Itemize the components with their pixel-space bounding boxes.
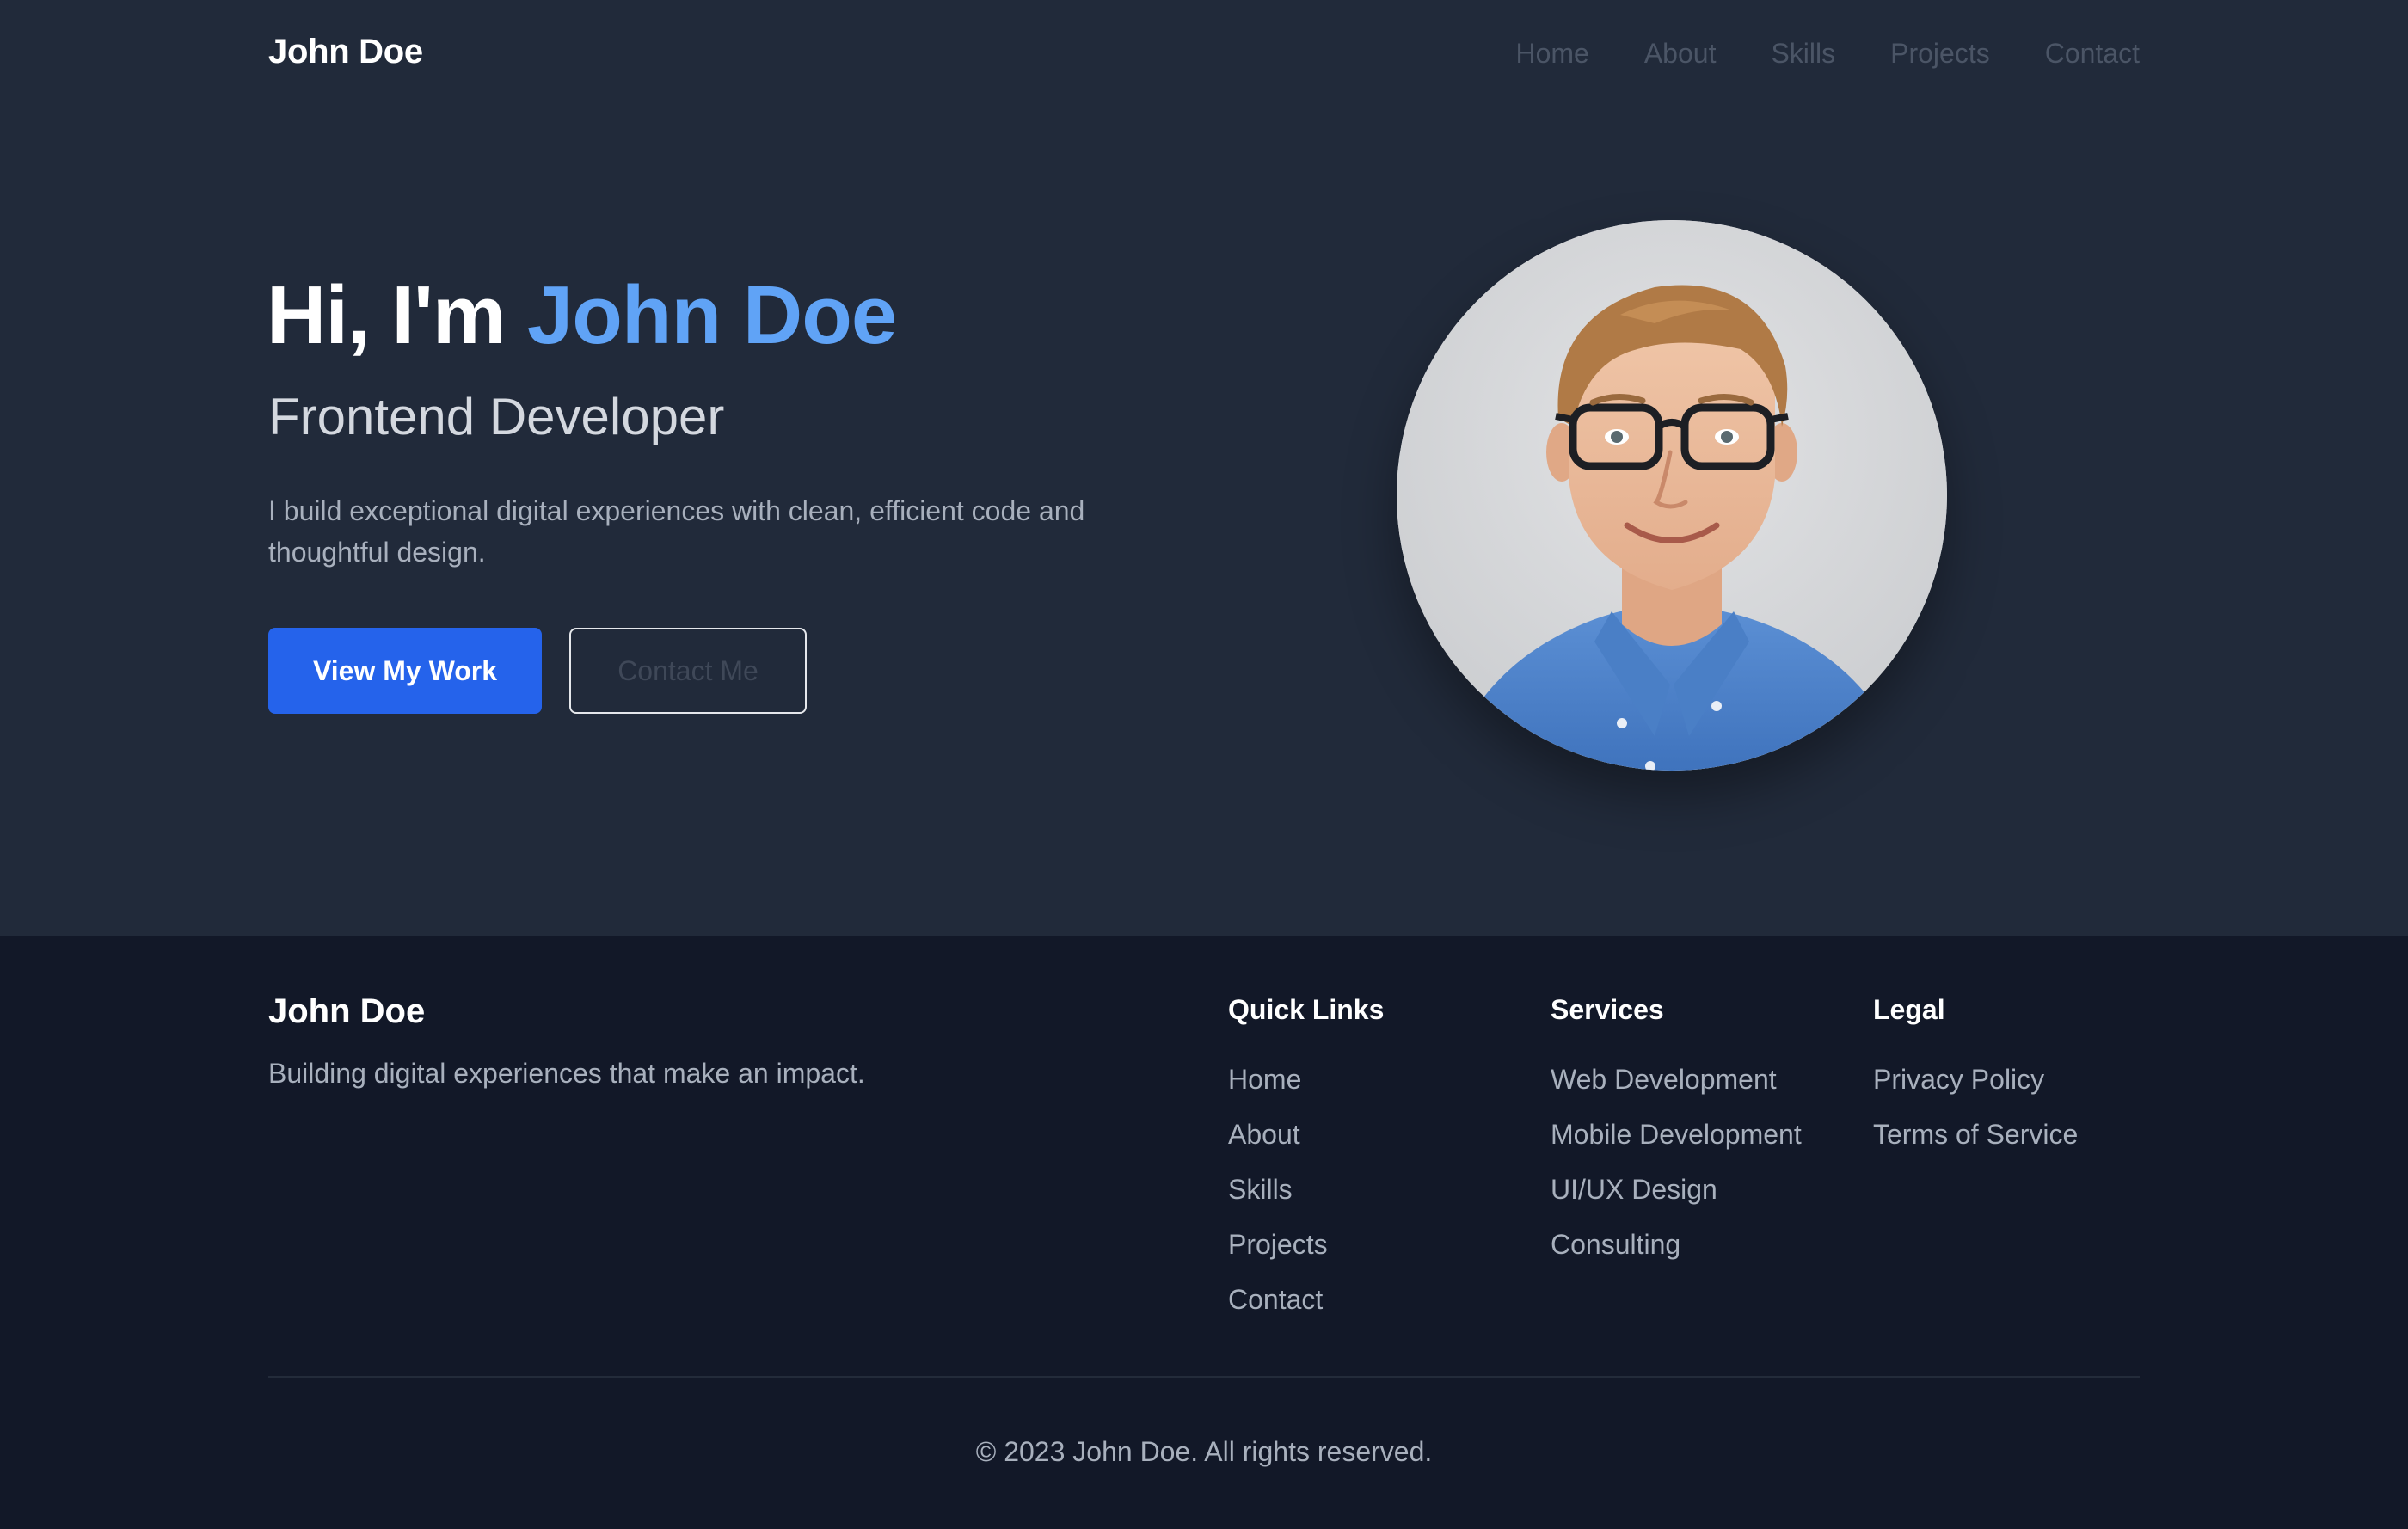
footer-copyright: © 2023 John Doe. All rights reserved. — [975, 1436, 1433, 1467]
footer-link-ui-ux-design[interactable]: UI/UX Design — [1551, 1162, 1802, 1217]
portfolio-page: John Doe Home About Skills Projects Cont… — [0, 0, 2408, 1529]
footer-divider — [268, 1376, 2140, 1378]
footer-link-contact[interactable]: Contact — [1228, 1272, 1384, 1327]
footer-tagline: Building digital experiences that make a… — [268, 1058, 865, 1089]
hero-description: I build exceptional digital experiences … — [268, 495, 1085, 568]
footer-link-projects[interactable]: Projects — [1228, 1217, 1384, 1272]
view-my-work-button[interactable]: View My Work — [268, 628, 542, 714]
profile-photo — [1397, 220, 1947, 771]
footer-legal: Legal Privacy Policy Terms of Service — [1873, 994, 2078, 1162]
nav-link-contact[interactable]: Contact — [2045, 38, 2140, 70]
footer-link-consulting[interactable]: Consulting — [1551, 1217, 1802, 1272]
nav-link-about[interactable]: About — [1644, 38, 1717, 70]
hero-title: Hi, I'm John Doe — [267, 268, 897, 363]
site-footer: John Doe Building digital experiences th… — [0, 936, 2408, 1529]
nav-links: Home About Skills Projects Contact — [1515, 38, 2140, 70]
nav-link-home[interactable]: Home — [1515, 38, 1588, 70]
nav-link-skills[interactable]: Skills — [1771, 38, 1835, 70]
footer-link-web-development[interactable]: Web Development — [1551, 1052, 1802, 1107]
footer-legal-title: Legal — [1873, 994, 1945, 1025]
footer-link-mobile-development[interactable]: Mobile Development — [1551, 1107, 1802, 1162]
top-navbar: John Doe Home About Skills Projects Cont… — [0, 0, 2408, 110]
footer-link-about[interactable]: About — [1228, 1107, 1384, 1162]
hero-greeting: Hi, I'm — [267, 269, 506, 361]
footer-services-title: Services — [1551, 994, 1664, 1025]
nav-link-projects[interactable]: Projects — [1890, 38, 1990, 70]
footer-link-skills[interactable]: Skills — [1228, 1162, 1384, 1217]
footer-services: Services Web Development Mobile Developm… — [1551, 994, 1802, 1272]
footer-brand: John Doe — [268, 992, 426, 1030]
hero-name: John Doe — [526, 269, 897, 361]
footer-link-privacy-policy[interactable]: Privacy Policy — [1873, 1052, 2078, 1107]
hero-role: Frontend Developer — [268, 388, 725, 445]
footer-quick-links-title: Quick Links — [1228, 994, 1385, 1025]
profile-photo-icon — [1397, 220, 1947, 771]
footer-link-home[interactable]: Home — [1228, 1052, 1384, 1107]
nav-brand[interactable]: John Doe — [268, 33, 423, 71]
contact-me-button[interactable]: Contact Me — [569, 628, 807, 714]
footer-link-terms-of-service[interactable]: Terms of Service — [1873, 1107, 2078, 1162]
footer-quick-links: Quick Links Home About Skills Projects C… — [1228, 994, 1384, 1327]
